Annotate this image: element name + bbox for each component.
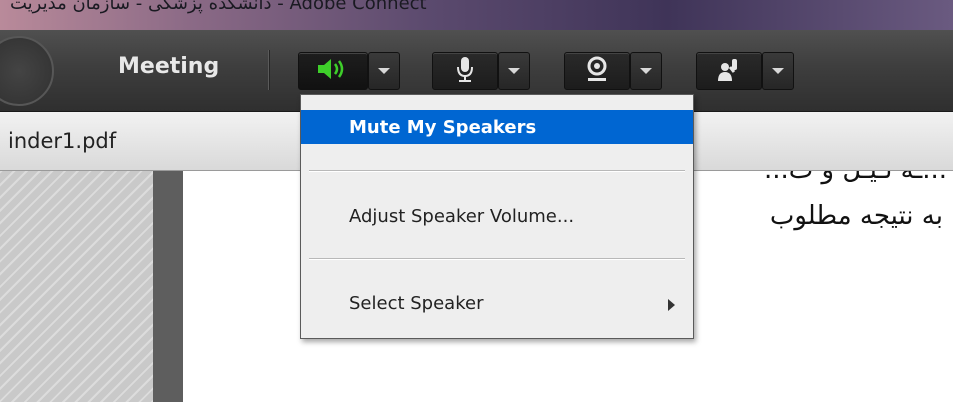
meeting-menu[interactable]: Meeting xyxy=(118,54,219,79)
chevron-down-icon xyxy=(378,68,390,74)
submenu-arrow-icon xyxy=(668,299,675,311)
window-title: دانشکده پزشکی - سازمان مدیریت - Adobe Co… xyxy=(10,0,427,14)
menu-item-mute-my-speakers[interactable]: Mute My Speakers xyxy=(301,110,693,144)
window-title-bar[interactable]: دانشکده پزشکی - سازمان مدیریت - Adobe Co… xyxy=(0,0,953,30)
menu-item-label: Select Speaker xyxy=(349,293,484,314)
document-text-line: ...ـه ئـيـل و ت... xyxy=(764,171,947,185)
raise-hand-icon xyxy=(715,55,743,87)
raise-hand-dropdown-button[interactable] xyxy=(762,52,794,90)
menu-separator xyxy=(309,170,685,172)
document-file-name: inder1.pdf xyxy=(8,129,117,153)
document-left-margin xyxy=(0,171,153,402)
microphone-dropdown-button[interactable] xyxy=(498,52,530,90)
toolbar-separator xyxy=(268,50,270,90)
chevron-down-icon xyxy=(640,68,652,74)
microphone-button[interactable] xyxy=(432,52,498,90)
speaker-options-menu: Mute My Speakers Adjust Speaker Volume..… xyxy=(300,94,694,339)
menu-item-label: Adjust Speaker Volume... xyxy=(349,206,575,227)
speaker-icon xyxy=(316,56,350,86)
microphone-icon xyxy=(454,55,476,87)
chevron-down-icon xyxy=(508,68,520,74)
document-page-shadow xyxy=(153,171,183,402)
menu-item-label: Mute My Speakers xyxy=(349,117,537,138)
menu-separator xyxy=(309,258,685,260)
speaker-dropdown-button[interactable] xyxy=(368,52,400,90)
speaker-button[interactable] xyxy=(298,52,368,90)
webcam-dropdown-button[interactable] xyxy=(630,52,662,90)
webcam-button[interactable] xyxy=(564,52,630,90)
menu-item-select-speaker[interactable]: Select Speaker xyxy=(301,291,693,321)
menu-item-adjust-speaker-volume[interactable]: Adjust Speaker Volume... xyxy=(301,203,693,233)
adobe-connect-logo-icon xyxy=(0,36,54,106)
chevron-down-icon xyxy=(772,68,784,74)
document-text-line: به نتیجه مطلوب xyxy=(769,201,943,231)
raise-hand-button[interactable] xyxy=(696,52,762,90)
webcam-icon xyxy=(584,55,610,87)
